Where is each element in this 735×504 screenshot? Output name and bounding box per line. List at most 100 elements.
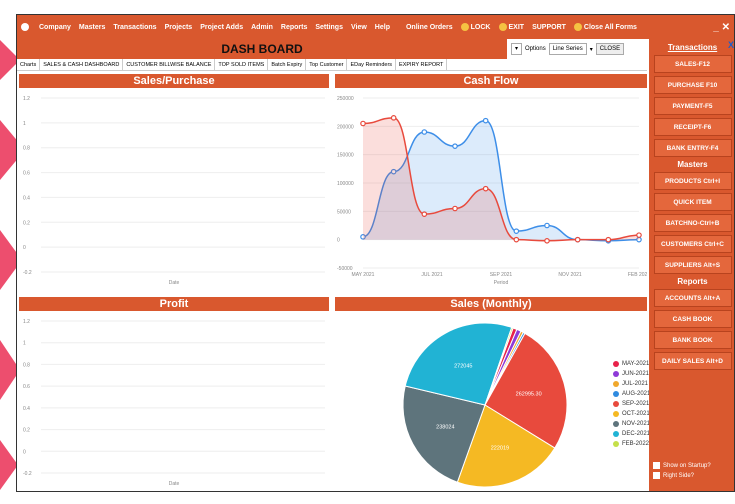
legend-swatch: [613, 421, 619, 427]
data-point: [482, 117, 489, 124]
legend-label: JUL-2021: [622, 381, 649, 387]
legend-label: SEP-2021: [622, 401, 650, 407]
batchno-button[interactable]: BATCHNO-Ctrl+B: [653, 214, 732, 232]
legend-label: FEB-2022: [622, 441, 650, 447]
legend-swatch: [613, 401, 619, 407]
y-tick-label: 0: [23, 449, 26, 455]
menu-online-orders[interactable]: Online Orders: [402, 24, 457, 31]
accounts-button[interactable]: ACCOUNTS Alt+A: [653, 289, 732, 307]
options-select[interactable]: Line Series: [548, 43, 587, 55]
y-tick-label: 0.8: [23, 362, 30, 368]
legend-item: DEC-2021: [613, 429, 650, 439]
menu-lock[interactable]: LOCK: [457, 23, 495, 31]
x-axis-label: Period: [494, 280, 509, 286]
menu-view[interactable]: View: [347, 24, 371, 31]
data-point: [605, 236, 612, 243]
quick-item-button[interactable]: QUICK ITEM: [653, 193, 732, 211]
sales-button[interactable]: SALES-F12: [653, 55, 732, 73]
transactions-heading: Transactions: [667, 43, 718, 52]
menu-close-all[interactable]: Close All Forms: [570, 23, 641, 31]
menu-masters[interactable]: Masters: [75, 24, 109, 31]
sales-purchase-chart: 1.2 1 0.8 0.6 0.4 0.2 0 -0.2 Date: [23, 96, 325, 286]
close-icon[interactable]: X: [728, 40, 734, 50]
menu-transactions[interactable]: Transactions: [109, 24, 160, 31]
legend-item: JUL-2021: [613, 379, 650, 389]
y-tick-label: -0.2: [23, 471, 32, 477]
legend-item: FEB-2022: [613, 439, 650, 449]
tab-sales-cash[interactable]: SALES & CASH DASHBOARD: [40, 59, 124, 70]
payment-button[interactable]: PAYMENT-F5: [653, 97, 732, 115]
data-point: [544, 238, 550, 244]
legend-item: NOV-2021: [613, 419, 650, 429]
cash-flow-title: Cash Flow: [335, 74, 647, 88]
bank-entry-button[interactable]: BANK ENTRY-F4: [653, 139, 732, 157]
products-button[interactable]: PRODUCTS Ctrl+I: [653, 172, 732, 190]
daily-sales-button[interactable]: DAILY SALES Alt+D: [653, 352, 732, 370]
tab-batch-expiry[interactable]: Batch Expiry: [268, 59, 307, 70]
x-tick-label: NOV 2021: [558, 272, 582, 278]
lock-label: LOCK: [470, 23, 491, 31]
close-all-label: Close All Forms: [583, 23, 637, 31]
close-all-icon: [573, 23, 582, 31]
menu-settings[interactable]: Settings: [311, 24, 347, 31]
tab-eday-reminders[interactable]: EDay Reminders: [347, 59, 397, 70]
lock-icon: [460, 23, 469, 31]
legend-item: OCT-2021: [613, 409, 650, 419]
receipt-button[interactable]: RECEIPT-F6: [653, 118, 732, 136]
menu-project-adds[interactable]: Project Adds: [196, 24, 247, 31]
data-point: [421, 211, 428, 217]
tab-top-sold[interactable]: TOP SOLD ITEMS: [215, 59, 269, 70]
slice-label: 238024: [436, 424, 454, 430]
tab-customer-billwise[interactable]: CUSTOMER BILLWISE BALANCE: [123, 59, 216, 70]
legend-label: AUG-2021: [622, 391, 651, 397]
y-tick-label: 100000: [337, 181, 354, 187]
purchase-button[interactable]: PURCHASE F10: [653, 76, 732, 94]
menu-reports[interactable]: Reports: [277, 24, 311, 31]
sales-monthly-pie: 262995.30 222019 238024 272045: [402, 322, 568, 488]
menu-support[interactable]: SUPPORT: [528, 24, 570, 31]
options-label: Options: [525, 46, 546, 52]
exit-icon: [498, 23, 507, 31]
y-tick-label: 50000: [337, 209, 351, 215]
menu-projects[interactable]: Projects: [161, 24, 197, 31]
options-bar: ▾ Options Line Series ▾ CLOSE: [507, 39, 647, 59]
tab-expiry-report[interactable]: EXPIRY REPORT: [396, 59, 448, 70]
tab-top-customer[interactable]: Top Customer: [306, 59, 348, 70]
y-tick-label: 0.6: [23, 384, 30, 390]
menu-admin[interactable]: Admin: [247, 24, 277, 31]
cash-book-button[interactable]: CASH BOOK: [653, 310, 732, 328]
y-tick-label: 0.4: [23, 195, 30, 201]
menu-company[interactable]: Company: [35, 24, 75, 31]
window-controls[interactable]: _ ✕: [713, 22, 734, 33]
right-side-checkbox[interactable]: Right Side?: [649, 472, 734, 479]
legend-swatch: [613, 371, 619, 377]
data-point: [513, 236, 520, 243]
tab-charts[interactable]: Charts: [17, 59, 41, 70]
suppliers-button[interactable]: SUPPLIERS Alt+S: [653, 256, 732, 274]
legend-item: JUN-2021: [613, 369, 650, 379]
y-tick-label: 0.8: [23, 146, 30, 152]
data-point: [482, 185, 489, 192]
legend-swatch: [613, 431, 619, 437]
show-on-startup-checkbox[interactable]: Show on Startup?: [649, 462, 734, 469]
menu-help[interactable]: Help: [371, 24, 394, 31]
close-button[interactable]: CLOSE: [595, 43, 625, 55]
chevron-down-icon[interactable]: ▾: [590, 46, 593, 53]
bank-book-button[interactable]: BANK BOOK: [653, 331, 732, 349]
y-tick-label: 1: [23, 121, 26, 127]
data-point: [390, 115, 397, 121]
customers-button[interactable]: CUSTOMERS Ctrl+C: [653, 235, 732, 253]
menu-exit[interactable]: EXIT: [495, 23, 529, 31]
checkbox-icon: [653, 462, 660, 469]
app-window: Company Masters Transactions Projects Pr…: [16, 14, 735, 492]
dropdown-empty[interactable]: ▾: [511, 43, 523, 55]
y-tick-label: -50000: [337, 266, 353, 272]
y-tick-label: 1.2: [23, 96, 30, 102]
y-tick-label: 0: [337, 238, 340, 244]
app-logo-icon: [17, 23, 35, 31]
profit-title: Profit: [19, 297, 329, 311]
exit-label: EXIT: [508, 23, 525, 31]
page-title: DASH BOARD: [17, 39, 507, 59]
quick-sidebar: X Transactions SALES-F12 PURCHASE F10 PA…: [649, 39, 734, 491]
x-tick-label: MAY 2021: [352, 272, 375, 278]
